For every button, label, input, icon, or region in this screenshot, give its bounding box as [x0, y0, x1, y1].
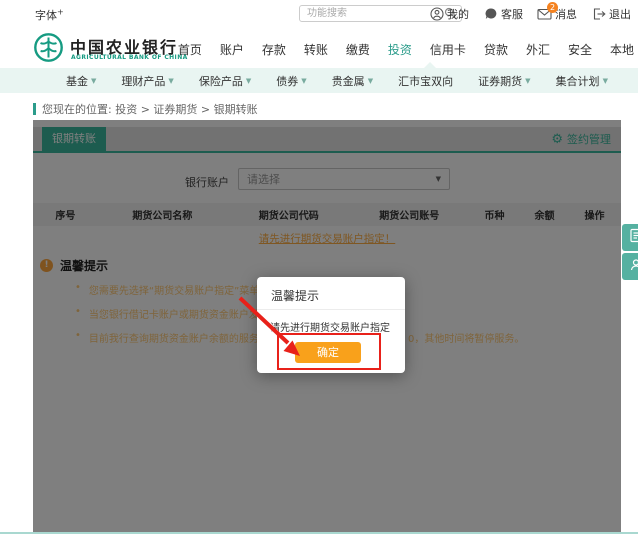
nav-item-deposits[interactable]: 存款 — [262, 41, 286, 58]
messages-link[interactable]: 2 消息 — [537, 6, 577, 22]
message-icon: 2 — [537, 7, 552, 22]
nav-item-home[interactable]: 首页 — [178, 41, 202, 58]
customer-service-label: 客服 — [501, 6, 523, 22]
abc-bank-logo-icon — [33, 32, 64, 67]
subnav-item-bonds[interactable]: 债券▼ — [276, 73, 306, 89]
my-profile-label: 我的 — [447, 6, 469, 22]
top-links: 我的 客服 2 消息 退出 — [429, 0, 631, 28]
caret-down-icon: ▼ — [246, 77, 251, 85]
customer-service-link[interactable]: 客服 — [483, 6, 523, 22]
nav-item-forex[interactable]: 外汇 — [526, 41, 550, 58]
caret-down-icon: ▼ — [91, 77, 96, 85]
floating-form-button[interactable] — [622, 224, 638, 251]
subnav-item-fx-two-way[interactable]: 汇市宝双向 — [398, 73, 453, 89]
logout-icon — [591, 7, 606, 22]
main-nav: 首页 账户 存款 转账 缴费 投资 信用卡 贷款 外汇 安全 本地 — [178, 41, 634, 58]
search-input[interactable] — [305, 7, 444, 20]
service-bubble-icon — [483, 7, 498, 22]
caret-down-icon: ▼ — [603, 77, 608, 85]
font-plus: + — [57, 7, 64, 16]
service-person-icon — [629, 257, 638, 276]
nav-item-security[interactable]: 安全 — [568, 41, 592, 58]
subnav-item-insurance[interactable]: 保险产品▼ — [199, 73, 251, 89]
floating-service-button[interactable] — [622, 253, 638, 280]
document-icon — [629, 228, 638, 247]
subnav-label: 证券期货 — [478, 73, 522, 89]
subnav-notch — [424, 62, 436, 68]
subnav-item-precious-metals[interactable]: 贵金属▼ — [332, 73, 373, 89]
subnav-label: 集合计划 — [556, 73, 600, 89]
breadcrumb: 您现在的位置: 投资 > 证券期货 > 银期转账 — [33, 101, 258, 117]
subnav-item-wealth-products[interactable]: 理财产品▼ — [121, 73, 173, 89]
message-count-badge: 2 — [547, 2, 558, 13]
investment-subnav: 基金▼ 理财产品▼ 保险产品▼ 债券▼ 贵金属▼ 汇市宝双向 证券期货▼ 集合计… — [0, 68, 638, 93]
subnav-item-securities-futures[interactable]: 证券期货▼ — [478, 73, 530, 89]
nav-item-local[interactable]: 本地 — [610, 41, 634, 58]
top-utility-bar: 字体+ 我的 客服 2 — [0, 0, 638, 29]
user-icon — [429, 7, 444, 22]
nav-item-transfer[interactable]: 转账 — [304, 41, 328, 58]
my-profile-link[interactable]: 我的 — [429, 6, 469, 22]
caret-down-icon: ▼ — [301, 77, 306, 85]
nav-item-investment[interactable]: 投资 — [388, 41, 412, 58]
subnav-label: 贵金属 — [332, 73, 365, 89]
brand-row: 中国农业银行 AGRICULTURAL BANK OF CHINA 首页 账户 … — [0, 28, 638, 68]
nav-item-accounts[interactable]: 账户 — [220, 41, 244, 58]
font-size-control[interactable]: 字体+ — [35, 7, 64, 23]
nav-item-loans[interactable]: 贷款 — [484, 41, 508, 58]
floating-side-toolbar — [622, 224, 638, 280]
bank-name-english: AGRICULTURAL BANK OF CHINA — [71, 54, 188, 61]
caret-down-icon: ▼ — [368, 77, 373, 85]
annotation-arrow — [228, 288, 308, 366]
subnav-label: 基金 — [66, 73, 88, 89]
breadcrumb-bar — [33, 103, 36, 115]
subnav-label: 理财产品 — [121, 73, 165, 89]
subnav-label: 汇市宝双向 — [398, 73, 453, 89]
breadcrumb-text: 您现在的位置: 投资 > 证券期货 > 银期转账 — [42, 101, 258, 117]
subnav-label: 保险产品 — [199, 73, 243, 89]
font-label: 字体 — [35, 9, 57, 22]
nav-item-payments[interactable]: 缴费 — [346, 41, 370, 58]
subnav-item-funds[interactable]: 基金▼ — [66, 73, 96, 89]
subnav-label: 债券 — [276, 73, 298, 89]
messages-label: 消息 — [555, 6, 577, 22]
nav-item-credit-card[interactable]: 信用卡 — [430, 41, 466, 58]
caret-down-icon: ▼ — [168, 77, 173, 85]
logout-label: 退出 — [609, 6, 631, 22]
logout-link[interactable]: 退出 — [591, 6, 631, 22]
banking-page: 字体+ 我的 客服 2 — [0, 0, 638, 543]
page-bottom-divider — [0, 532, 638, 534]
subnav-item-collective-plan[interactable]: 集合计划▼ — [556, 73, 608, 89]
caret-down-icon: ▼ — [525, 77, 530, 85]
